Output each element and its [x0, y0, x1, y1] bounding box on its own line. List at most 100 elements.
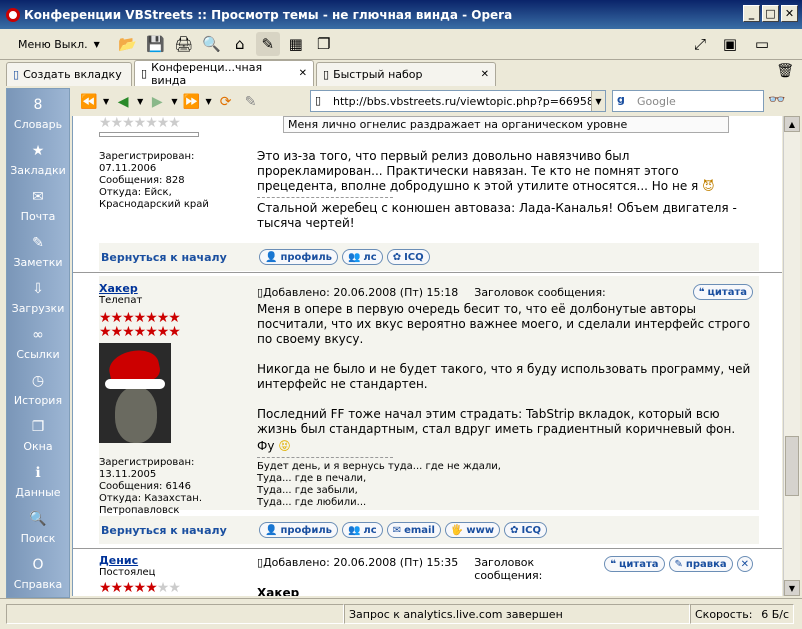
back-to-top-link[interactable]: Вернуться к началу	[101, 251, 259, 264]
scroll-up-icon[interactable]: ▲	[784, 116, 800, 132]
rewind-dropdown-icon[interactable]: ▼	[103, 97, 109, 106]
fast-forward-dropdown-icon[interactable]: ▼	[205, 97, 211, 106]
sidebar-item-dictionary[interactable]: 8 Словарь	[7, 89, 69, 135]
status-left	[6, 604, 344, 624]
speed-indicator: Скорость: 6 Б/с	[690, 604, 794, 624]
close-button[interactable]: ✕	[781, 5, 798, 22]
signature: Стальной жеребец с конюшен автоваза: Лад…	[257, 201, 737, 230]
sidebar-item-label: Окна	[23, 439, 53, 453]
registered-label: Зарегистрирован:	[99, 457, 195, 468]
subject-label: Заголовок сообщения:	[474, 556, 543, 582]
scroll-down-icon[interactable]: ▼	[784, 580, 800, 596]
sidebar-item-downloads[interactable]: ⇩ Загрузки	[7, 273, 69, 319]
tab-label: Создать вкладку	[23, 68, 122, 81]
back-dropdown-icon[interactable]: ▼	[137, 97, 143, 106]
sidebar-item-links[interactable]: ∞ Ссылки	[7, 319, 69, 365]
save-icon[interactable]: 💾	[144, 32, 168, 56]
history-icon: ◷	[31, 372, 45, 389]
author-name[interactable]: Хакер	[99, 282, 253, 295]
icq-button[interactable]: ✿ ICQ	[386, 249, 430, 265]
pm-button[interactable]: 👥 лс	[341, 522, 383, 538]
sidebar-item-label: История	[13, 393, 63, 407]
forward-dropdown-icon[interactable]: ▼	[171, 97, 177, 106]
profile-button[interactable]: 👤 профиль	[259, 522, 338, 538]
images-icon[interactable]: ▣	[718, 32, 742, 56]
hat-band-shape	[105, 379, 165, 389]
sidebar-item-mail[interactable]: ✉ Почта	[7, 181, 69, 227]
delete-post-icon[interactable]: ✕	[736, 556, 753, 572]
zoom-glasses-icon[interactable]: 👓	[768, 92, 785, 108]
button-label: ICQ	[521, 524, 542, 536]
sidebar-item-label: Закладки	[10, 163, 66, 177]
address-dropdown-icon[interactable]: ▼	[591, 91, 605, 111]
home-icon[interactable]: ⌂	[228, 32, 252, 56]
reading-icon[interactable]: ✎	[255, 32, 280, 56]
speed-label: Скорость:	[695, 607, 753, 621]
close-tab-icon[interactable]: ✕	[299, 68, 307, 79]
author-name[interactable]: Денис	[99, 554, 253, 567]
page-menu-icon[interactable]: ▭	[750, 32, 774, 56]
button-label: лс	[363, 251, 377, 263]
rewind-icon[interactable]: ⏪	[78, 94, 100, 110]
pm-icon: 👥	[347, 251, 361, 263]
menu-dropdown-icon[interactable]: ▼	[94, 40, 100, 49]
profile-icon: 👤	[265, 524, 278, 536]
button-label: email	[404, 524, 435, 536]
open-folder-icon[interactable]: 📂	[116, 32, 140, 56]
minimize-button[interactable]: _	[743, 5, 760, 22]
profile-button[interactable]: 👤 профиль	[259, 249, 338, 265]
pm-button[interactable]: 👥 лс	[341, 249, 383, 265]
layout-icon[interactable]: ▦	[284, 32, 308, 56]
post-subject: Хакер	[257, 586, 300, 596]
maximize-button[interactable]: □	[762, 5, 779, 22]
email-button[interactable]: ✉ email	[386, 522, 441, 538]
signature-line: Будет день, и я вернусь туда... где не ж…	[257, 461, 501, 472]
quote-button[interactable]: ❝ цитата	[692, 284, 753, 300]
icq-icon: ✿	[510, 524, 519, 536]
sidebar-item-label: Ссылки	[16, 347, 60, 361]
sidebar-item-notes[interactable]: ✎ Заметки	[7, 227, 69, 273]
trash-icon[interactable]: 🗑	[776, 63, 794, 79]
quote-button[interactable]: ❝ цитата	[604, 556, 665, 572]
sidebar-item-data[interactable]: ℹ Данные	[7, 457, 69, 503]
scroll-thumb[interactable]	[785, 436, 799, 496]
find-icon[interactable]: 🔍	[200, 32, 224, 56]
edit-icon: ✎	[674, 558, 683, 570]
signature-line: Туда... где в печали,	[257, 473, 367, 484]
sidebar-item-history[interactable]: ◷ История	[7, 365, 69, 411]
quote-box: Меня лично огнелис раздражает на органич…	[283, 116, 729, 133]
forward-icon[interactable]: ▶	[146, 94, 168, 110]
sidebar-item-help[interactable]: O Справка	[7, 549, 69, 595]
back-to-top-link[interactable]: Вернуться к началу	[101, 524, 259, 537]
vertical-scrollbar[interactable]: ▲ ▼	[783, 116, 800, 596]
fast-forward-icon[interactable]: ⏩	[180, 94, 202, 110]
edit-icon[interactable]: ✎	[240, 94, 262, 110]
signature-divider	[257, 197, 393, 198]
reload-icon[interactable]: ⟳	[215, 94, 237, 110]
tab-new[interactable]: ▯ Создать вкладку	[6, 62, 132, 86]
icq-button[interactable]: ✿ ICQ	[504, 522, 548, 538]
tab-forum[interactable]: ▯ Конференци...чная винда ✕	[134, 60, 314, 87]
back-icon[interactable]: ◀	[112, 94, 134, 110]
www-button[interactable]: 🖐 www	[444, 522, 501, 538]
button-label: правка	[685, 558, 727, 570]
address-field[interactable]: ▯ http://bbs.vbstreets.ru/viewtopic.php?…	[310, 90, 606, 112]
close-tab-icon[interactable]: ✕	[481, 69, 489, 80]
sidebar-item-bookmarks[interactable]: ★ Закладки	[7, 135, 69, 181]
signature-line: Туда... где любили...	[257, 497, 367, 508]
edit-button[interactable]: ✎ правка	[668, 556, 733, 572]
tab-speed-dial[interactable]: ▯ Быстрый набор ✕	[316, 62, 496, 86]
new-page-icon[interactable]: ❐	[312, 32, 336, 56]
address-url: http://bbs.vbstreets.ru/viewtopic.php?p=…	[333, 94, 606, 108]
menu-toggle-button[interactable]: Меню Выкл.	[0, 38, 94, 51]
search-input[interactable]: g Google	[612, 90, 764, 112]
sidebar-item-label: Справка	[13, 577, 63, 591]
signature-divider	[257, 457, 393, 458]
sidebar-item-search[interactable]: 🔍 Поиск	[7, 503, 69, 549]
message-count: Сообщения: 828	[99, 175, 185, 186]
button-label: цитата	[619, 558, 659, 570]
fit-width-icon[interactable]: ⤢	[688, 32, 712, 56]
sidebar-item-windows[interactable]: ❐ Окна	[7, 411, 69, 457]
page-icon: ▯	[323, 68, 330, 81]
print-icon[interactable]: 🖨	[172, 32, 196, 56]
